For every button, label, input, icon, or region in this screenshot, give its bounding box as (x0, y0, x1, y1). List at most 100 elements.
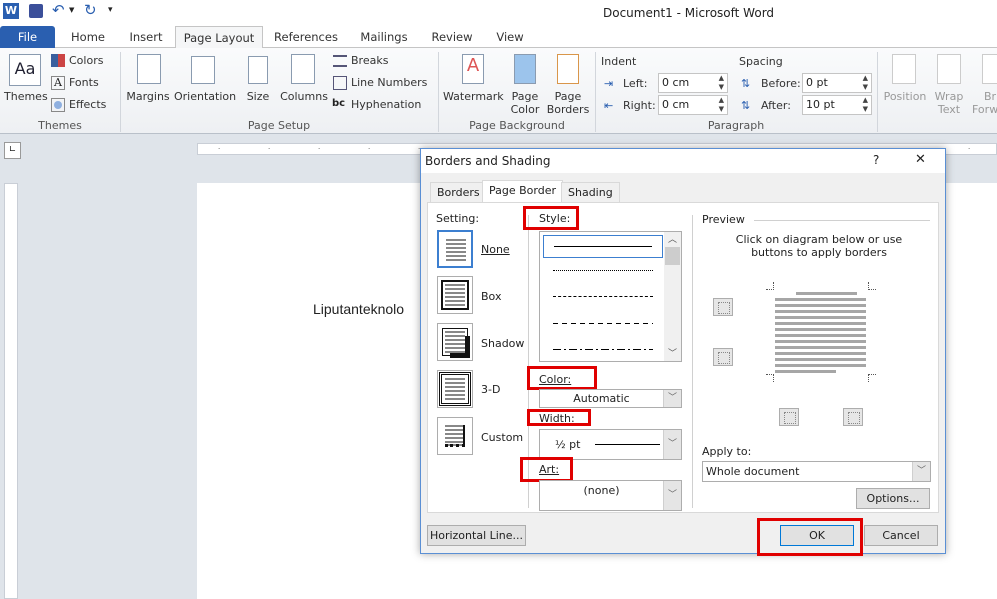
tab-mailings[interactable]: Mailings (352, 26, 416, 48)
columns-button[interactable]: Columns (280, 90, 328, 103)
setting-shadow-label[interactable]: Shadow (481, 337, 524, 350)
colors-icon (51, 54, 65, 67)
indent-right-input[interactable]: 0 cm ▲ ▼ (658, 95, 728, 115)
setting-custom-label[interactable]: Custom (481, 431, 523, 444)
hyphenation-icon: bc (332, 98, 346, 109)
style-option-dotted[interactable] (553, 270, 653, 271)
colors-button[interactable]: Colors (69, 54, 103, 67)
cancel-button[interactable]: Cancel (864, 525, 938, 546)
setting-shadow-button[interactable] (437, 323, 473, 361)
page-borders-button[interactable]: Page Borders (546, 90, 590, 116)
effects-button[interactable]: Effects (69, 98, 106, 111)
apply-to-dropdown[interactable]: Whole document ﹀ (702, 461, 931, 482)
size-icon (248, 56, 268, 84)
themes-button[interactable]: Themes (4, 90, 48, 103)
horizontal-line-button[interactable]: Horizontal Line... (427, 525, 526, 546)
word-logo-icon[interactable]: W (3, 3, 19, 19)
setting-box-button[interactable] (437, 276, 473, 314)
hyphenation-button[interactable]: Hyphenation (351, 98, 421, 111)
right-border-button[interactable] (843, 408, 863, 426)
margins-button[interactable]: Margins (125, 90, 171, 103)
tab-references[interactable]: References (270, 26, 342, 48)
line-numbers-button[interactable]: Line Numbers (351, 76, 427, 89)
chevron-down-icon[interactable]: ﹀ (663, 481, 681, 510)
width-dropdown[interactable]: ½ pt ﹀ (539, 429, 682, 460)
wrap-label-1: Wrap (934, 90, 964, 103)
highlight-style (523, 206, 579, 230)
style-option-dash-dot[interactable] (553, 349, 653, 350)
indent-left-input[interactable]: 0 cm ▲ ▼ (658, 73, 728, 93)
scroll-thumb[interactable] (665, 247, 680, 265)
tab-file[interactable]: File (0, 26, 55, 48)
setting-3d-label[interactable]: 3-D (481, 383, 500, 396)
wrap-text-button[interactable]: Wrap Text (932, 90, 966, 116)
spinner-icon[interactable]: ▲ ▼ (863, 96, 868, 114)
tab-review[interactable]: Review (426, 26, 478, 48)
tab-borders-label: Borders (437, 186, 480, 199)
indent-right-label: Right: (623, 99, 656, 112)
customize-icon[interactable]: ▾ (108, 5, 113, 15)
breaks-icon (333, 55, 347, 67)
document-text[interactable]: Liputanteknolo (313, 301, 404, 317)
color-dropdown[interactable]: Automatic ﹀ (539, 389, 682, 408)
preview-text-line (775, 352, 866, 355)
size-button[interactable]: Size (243, 90, 273, 103)
bring-forward-icon (982, 54, 997, 84)
style-option-solid[interactable] (543, 235, 663, 258)
style-listbox[interactable]: ︿ ﹀ (539, 231, 682, 362)
style-scrollbar[interactable]: ︿ ﹀ (664, 232, 681, 361)
chevron-down-icon[interactable]: ﹀ (663, 390, 681, 407)
setting-none-label[interactable]: None (481, 243, 510, 256)
left-border-button[interactable] (779, 408, 799, 426)
redo-icon[interactable]: ↻ (84, 1, 97, 19)
tab-view[interactable]: View (488, 26, 532, 48)
position-button[interactable]: Position (881, 90, 929, 103)
setting-box-label[interactable]: Box (481, 290, 501, 303)
orientation-button[interactable]: Orientation (174, 90, 236, 103)
close-icon[interactable]: ✕ (915, 152, 926, 167)
columns-icon (291, 54, 315, 84)
margins-icon (137, 54, 161, 84)
tab-selector[interactable]: ∟ (4, 142, 21, 159)
spinner-icon[interactable]: ▲ ▼ (719, 74, 724, 92)
help-button[interactable]: ? (873, 153, 879, 167)
options-button[interactable]: Options... (856, 488, 930, 509)
page-borders-label-1: Page (554, 90, 582, 103)
bottom-border-button[interactable] (713, 348, 733, 366)
setting-custom-button[interactable] (437, 417, 473, 455)
bring-forward-button[interactable]: BriForw (972, 90, 997, 116)
preview-diagram[interactable] (766, 282, 876, 382)
save-icon[interactable] (29, 4, 43, 18)
spinner-icon[interactable]: ▲ ▼ (863, 74, 868, 92)
art-dropdown[interactable]: (none) ﹀ (539, 480, 682, 511)
top-border-button[interactable] (713, 298, 733, 316)
chevron-down-icon[interactable]: ﹀ (663, 430, 681, 459)
tab-page-border[interactable]: Page Border (482, 180, 564, 203)
style-option-dashed[interactable] (553, 323, 653, 324)
tab-page-layout[interactable]: Page Layout (175, 26, 263, 49)
chevron-down-icon[interactable]: ﹀ (912, 462, 930, 481)
bring-label-2: Forw (972, 103, 997, 116)
spacing-before-input[interactable]: 0 pt ▲ ▼ (802, 73, 872, 93)
themes-icon[interactable]: Aa (9, 54, 41, 86)
setting-3d-button[interactable] (437, 370, 473, 408)
tab-insert[interactable]: Insert (120, 26, 172, 48)
undo-icon[interactable]: ↶ (52, 1, 65, 19)
preview-text-line (796, 292, 857, 295)
fonts-button[interactable]: Fonts (69, 76, 99, 89)
scroll-down-icon[interactable]: ﹀ (664, 346, 681, 359)
breaks-button[interactable]: Breaks (351, 54, 388, 67)
group-label-page-setup: Page Setup (247, 119, 311, 132)
vertical-ruler[interactable] (4, 183, 18, 599)
tab-borders[interactable]: Borders (430, 182, 487, 202)
watermark-button[interactable]: Watermark (443, 90, 504, 103)
tab-shading[interactable]: Shading (561, 182, 620, 202)
scroll-up-icon[interactable]: ︿ (664, 232, 681, 245)
tab-home[interactable]: Home (62, 26, 114, 48)
undo-dropdown-icon[interactable]: ▼ (69, 6, 74, 14)
style-option-dashed-small[interactable] (553, 296, 653, 297)
setting-none-button[interactable] (437, 230, 473, 268)
spinner-icon[interactable]: ▲ ▼ (719, 96, 724, 114)
spacing-after-input[interactable]: 10 pt ▲ ▼ (802, 95, 872, 115)
page-color-button[interactable]: Page Color (505, 90, 545, 116)
